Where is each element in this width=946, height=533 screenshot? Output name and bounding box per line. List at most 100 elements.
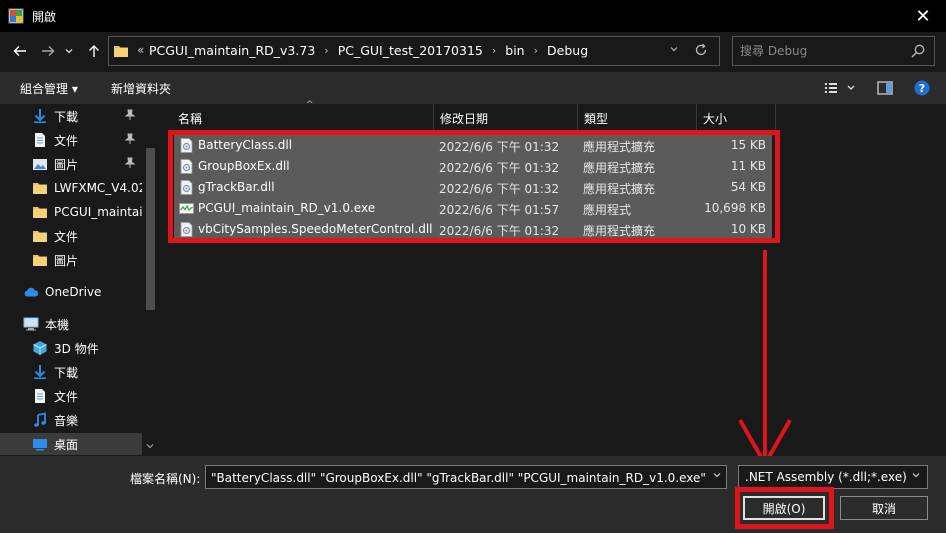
search-input[interactable]	[740, 43, 900, 59]
breadcrumb: PCGUI_maintain_RD_v3.73 › PC_GUI_test_20…	[149, 43, 588, 58]
sidebar-item-music[interactable]: 音樂	[0, 409, 142, 431]
breadcrumb-overflow-button[interactable]: «	[137, 43, 144, 57]
download-icon	[34, 109, 46, 123]
file-type-filter-value: .NET Assembly (*.dll;*.exe)	[745, 470, 907, 484]
forward-button[interactable]	[38, 41, 58, 61]
folder-icon	[33, 207, 47, 218]
help-icon: ?	[914, 80, 930, 96]
sidebar-item-label: 音樂	[54, 413, 79, 428]
arrow-right-icon	[42, 46, 55, 56]
breadcrumb-item[interactable]: PCGUI_maintain_RD_v3.73	[149, 43, 315, 58]
window-title: 開啟	[32, 10, 57, 24]
breadcrumb-separator[interactable]: ›	[492, 44, 496, 57]
back-button[interactable]	[10, 41, 30, 61]
file-date: 2022/6/6 下午 01:32	[439, 224, 560, 238]
folder-icon	[33, 183, 47, 194]
recent-locations-button[interactable]	[62, 41, 76, 61]
sidebar-item-label: 桌面	[54, 437, 79, 452]
file-list: 名稱 ^ 修改日期 類型 大小 BatteryClass.dll 2022/6/…	[158, 100, 946, 456]
pin-icon	[124, 109, 136, 120]
search-box[interactable]	[732, 36, 935, 66]
file-row-pcgui-exe[interactable]: PCGUI_maintain_RD_v1.0.exe 2022/6/6 下午 0…	[174, 198, 772, 219]
sidebar-item-pictures-pinned[interactable]: 圖片	[0, 153, 142, 175]
open-button[interactable]: 開啟(O)	[743, 496, 825, 520]
sidebar-item-label: LWFXMC_V4.02	[54, 181, 142, 195]
breadcrumb-separator[interactable]: ›	[324, 44, 328, 57]
breadcrumb-item[interactable]: PC_GUI_test_20170315	[338, 43, 483, 58]
folder-icon	[33, 231, 47, 242]
file-type-filter-select[interactable]: .NET Assembly (*.dll;*.exe)	[738, 465, 928, 489]
file-type: 應用程式	[583, 203, 632, 217]
sidebar-scrollbar-thumb[interactable]	[146, 148, 155, 310]
file-row-gtrackbar[interactable]: gTrackBar.dll 2022/6/6 下午 01:32 應用程式擴充 5…	[174, 177, 772, 198]
file-size: 11 KB	[730, 159, 766, 173]
close-icon: ✕	[915, 5, 931, 27]
address-dropdown-button[interactable]	[669, 44, 679, 57]
desktop-icon	[33, 439, 47, 451]
refresh-button[interactable]	[693, 42, 709, 62]
sidebar-item-this-pc[interactable]: 本機	[0, 313, 142, 335]
breadcrumb-item[interactable]: bin	[505, 43, 524, 58]
view-options-button[interactable]	[823, 79, 859, 100]
sidebar-item-downloads-pinned[interactable]: 下載	[0, 105, 142, 127]
sidebar-item-documents-pinned[interactable]: 文件	[0, 129, 142, 151]
organize-button[interactable]: 組合管理 ▾	[20, 80, 78, 97]
command-toolbar: 組合管理 ▾ 新增資料夾 ?	[0, 72, 946, 104]
filename-combobox[interactable]	[205, 465, 727, 489]
folder-icon	[33, 255, 47, 266]
up-button[interactable]	[84, 41, 104, 61]
sidebar-item-downloads[interactable]: 下載	[0, 361, 142, 383]
column-header-name[interactable]: 名稱 ^	[170, 100, 434, 130]
file-name: gTrackBar.dll	[198, 180, 275, 194]
filename-label: 檔案名稱(N):	[130, 472, 201, 486]
file-date: 2022/6/6 下午 01:32	[439, 140, 560, 154]
sidebar-item-documents-folder[interactable]: 文件	[0, 225, 142, 247]
music-icon	[34, 412, 46, 427]
scroll-down-button[interactable]	[145, 441, 155, 454]
file-row-vbcity[interactable]: vbCitySamples.SpeedoMeterControl.dll 202…	[174, 219, 772, 240]
folder-icon	[114, 46, 128, 57]
document-icon	[35, 389, 45, 403]
arrow-left-icon	[13, 46, 26, 56]
column-header-size[interactable]: 大小	[695, 104, 776, 130]
dll-file-icon	[180, 222, 193, 237]
svg-text:?: ?	[919, 82, 925, 95]
sidebar-item-pictures-folder[interactable]: 圖片	[0, 249, 142, 271]
sidebar-item-label: 圖片	[54, 157, 79, 172]
sidebar-item-documents[interactable]: 文件	[0, 385, 142, 407]
new-folder-button[interactable]: 新增資料夾	[111, 80, 171, 97]
file-size: 54 KB	[730, 180, 766, 194]
sidebar-item-lwfxmc[interactable]: LWFXMC_V4.02	[0, 177, 142, 199]
pin-icon	[124, 133, 136, 144]
close-button[interactable]: ✕	[900, 0, 946, 32]
file-type-filter-dropdown[interactable]	[911, 470, 921, 483]
filename-input[interactable]	[211, 470, 706, 485]
column-header-type[interactable]: 類型	[576, 104, 697, 130]
file-name: GroupBoxEx.dll	[198, 159, 290, 173]
column-header-date[interactable]: 修改日期	[432, 104, 578, 130]
sidebar-item-pcgui[interactable]: PCGUI_maintain_R	[0, 201, 142, 223]
cancel-button[interactable]: 取消	[840, 496, 928, 520]
sidebar-item-desktop[interactable]: 桌面	[0, 433, 142, 455]
sidebar-item-3d-objects[interactable]: 3D 物件	[0, 337, 142, 359]
chevron-down-icon	[713, 473, 721, 478]
file-size: 15 KB	[730, 138, 766, 152]
file-row-groupboxex[interactable]: GroupBoxEx.dll 2022/6/6 下午 01:32 應用程式擴充 …	[174, 156, 772, 177]
sidebar-item-onedrive[interactable]: OneDrive	[0, 281, 142, 303]
help-button[interactable]: ?	[913, 79, 931, 100]
sidebar-item-label: 文件	[54, 229, 79, 244]
preview-pane-button[interactable]	[876, 79, 894, 100]
sidebar-item-label: OneDrive	[45, 285, 102, 299]
file-row-batteryclass[interactable]: BatteryClass.dll 2022/6/6 下午 01:32 應用程式擴…	[174, 135, 772, 156]
breadcrumb-item[interactable]: Debug	[547, 43, 588, 58]
dialog-footer: 檔案名稱(N): .NET Assembly (*.dll;*.exe) 開啟(…	[0, 456, 946, 533]
filename-dropdown-button[interactable]	[712, 470, 722, 483]
chevron-down-icon	[912, 473, 920, 478]
annotation-arrow	[738, 250, 792, 469]
pin-icon	[124, 157, 136, 168]
breadcrumb-separator[interactable]: ›	[534, 44, 538, 57]
navigation-pane: 下載 文件 圖片 LWFXMC_V4.02 PCGUI_maintain_R 文…	[0, 104, 158, 456]
sidebar-scrollbar[interactable]	[143, 104, 158, 456]
address-bar[interactable]: « PCGUI_maintain_RD_v3.73 › PC_GUI_test_…	[108, 36, 720, 66]
sidebar-item-label: 3D 物件	[54, 341, 99, 356]
